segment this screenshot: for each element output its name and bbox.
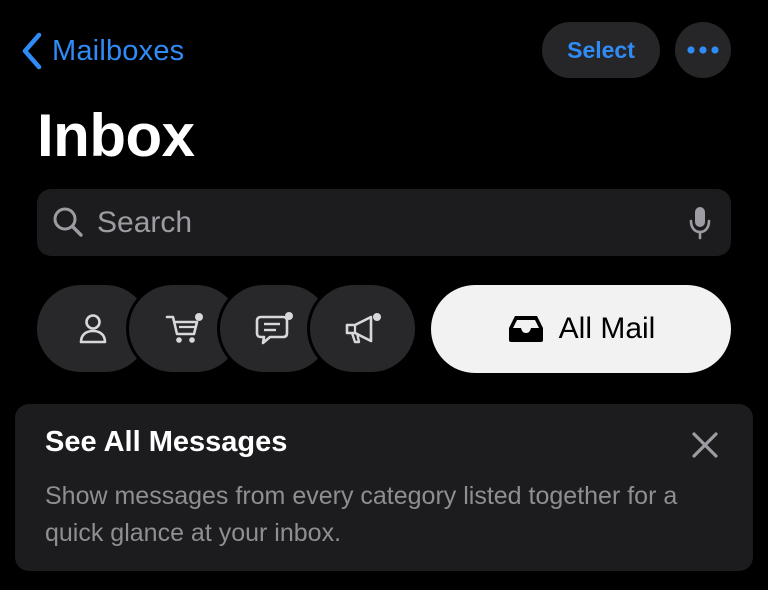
more-button[interactable]	[675, 22, 731, 78]
chevron-left-icon	[22, 32, 42, 70]
chat-bubble-icon	[255, 311, 293, 344]
search-input[interactable]	[95, 199, 659, 247]
search-bar[interactable]	[37, 189, 731, 256]
select-button[interactable]: Select	[542, 22, 660, 78]
all-mail-button[interactable]: All Mail	[431, 285, 731, 373]
back-button[interactable]: Mailboxes	[20, 28, 184, 74]
megaphone-icon	[345, 312, 381, 343]
search-icon	[53, 207, 83, 237]
see-all-messages-banner: See All Messages Show messages from ever…	[15, 404, 753, 571]
tray-icon	[508, 316, 543, 342]
category-chip-promotions[interactable]	[310, 285, 415, 372]
shopping-cart-icon	[165, 312, 203, 343]
all-mail-label: All Mail	[558, 312, 656, 345]
ellipsis-icon	[687, 46, 719, 54]
back-label: Mailboxes	[52, 34, 185, 67]
person-icon	[79, 313, 107, 343]
banner-title: See All Messages	[45, 426, 288, 458]
microphone-icon[interactable]	[688, 206, 712, 240]
close-icon[interactable]	[691, 431, 719, 459]
page-title: Inbox	[37, 102, 195, 169]
banner-body: Show messages from every category listed…	[45, 482, 678, 547]
